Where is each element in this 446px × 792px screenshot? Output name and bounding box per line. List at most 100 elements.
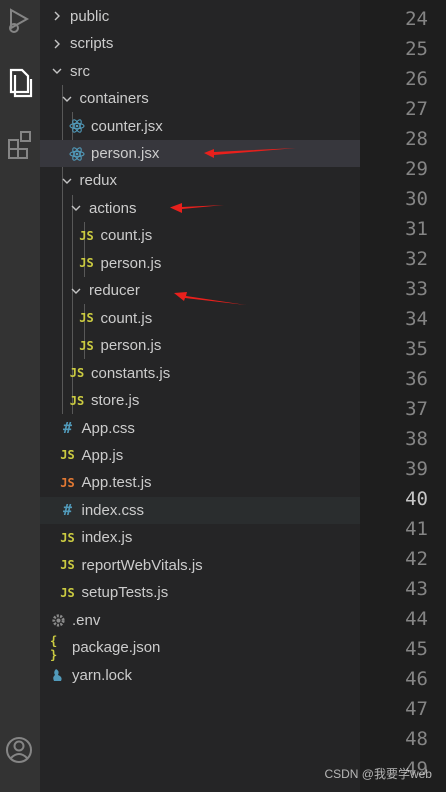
line-number: 27 <box>405 98 428 120</box>
file-row[interactable]: # index.css <box>40 496 360 525</box>
file-label: person.jsx <box>91 145 160 162</box>
file-label: yarn.lock <box>72 666 133 684</box>
line-number: 39 <box>405 458 428 480</box>
file-label: count.js <box>100 227 153 245</box>
line-number: 25 <box>405 38 428 60</box>
folder-row[interactable]: scripts <box>40 30 360 58</box>
chevron-down-icon[interactable] <box>51 65 63 77</box>
file-row[interactable]: JS setupTests.js <box>40 579 360 607</box>
file-label: App.js <box>81 446 124 464</box>
line-number: 37 <box>405 398 428 420</box>
explorer-tree: public scripts src containers counter.jsx per… <box>40 0 360 792</box>
javascript-file-icon: JS <box>79 338 94 353</box>
line-number: 46 <box>405 668 428 690</box>
file-row[interactable]: JS person.js <box>40 250 360 278</box>
file-label: App.css <box>81 419 135 437</box>
json-file-icon: { } <box>50 633 58 662</box>
line-number: 44 <box>405 608 428 630</box>
line-number: 40 <box>405 488 428 510</box>
line-number: 29 <box>405 158 428 180</box>
watermark-text: CSDN @我要学web <box>324 767 432 781</box>
chevron-down-icon[interactable] <box>61 175 73 187</box>
file-label: App.test.js <box>81 474 152 492</box>
line-number: 47 <box>405 698 428 720</box>
javascript-file-icon: JS <box>69 393 85 408</box>
line-number: 33 <box>405 278 428 300</box>
line-number: 43 <box>405 578 428 600</box>
file-row[interactable]: JS person.js <box>40 332 360 360</box>
line-number: 24 <box>405 8 428 30</box>
folder-label: public <box>70 7 110 25</box>
gear-icon <box>50 613 66 628</box>
javascript-file-icon: JS <box>60 558 75 573</box>
file-row[interactable]: JS count.js <box>40 222 360 250</box>
chevron-down-icon[interactable] <box>61 93 73 105</box>
folder-label: scripts <box>70 35 114 53</box>
line-number: 42 <box>405 548 428 570</box>
file-row[interactable]: JS reportWebVitals.js <box>40 552 360 580</box>
folder-row[interactable]: reducer <box>40 277 360 305</box>
line-number: 28 <box>405 128 428 150</box>
folder-row[interactable]: containers <box>40 85 360 113</box>
file-row[interactable]: .env <box>40 606 360 634</box>
javascript-file-icon: JS <box>79 228 94 243</box>
javascript-file-icon: JS <box>60 585 75 600</box>
folder-row[interactable]: src <box>40 57 360 85</box>
file-row[interactable]: JS index.js <box>40 524 360 552</box>
react-file-icon <box>69 118 85 134</box>
javascript-file-icon: JS <box>69 366 85 381</box>
folder-row[interactable]: public <box>40 3 360 31</box>
file-label: person.js <box>100 254 162 272</box>
file-label: .env <box>72 611 101 629</box>
file-row[interactable]: JS constants.js <box>40 359 360 387</box>
folder-label: containers <box>79 90 149 108</box>
line-number: 36 <box>405 368 428 390</box>
file-row[interactable]: yarn.lock <box>40 661 360 689</box>
file-row[interactable]: JS App.test.js <box>40 469 360 497</box>
folder-row[interactable]: actions <box>40 195 360 223</box>
chevron-down-icon[interactable] <box>70 202 82 214</box>
line-number: 35 <box>405 338 428 360</box>
line-number: 26 <box>405 68 428 90</box>
file-label: index.css <box>81 501 145 519</box>
css-file-icon: # <box>62 501 73 520</box>
chevron-right-icon[interactable] <box>51 38 63 50</box>
file-row[interactable]: JS App.js <box>40 442 360 470</box>
file-row[interactable]: { } package.json <box>40 634 360 662</box>
css-file-icon: # <box>62 419 73 437</box>
chevron-down-icon[interactable] <box>70 285 82 297</box>
file-label: store.js <box>91 392 140 410</box>
javascript-file-icon: JS <box>79 311 94 326</box>
line-number: 32 <box>405 248 428 270</box>
file-label: counter.jsx <box>91 117 163 135</box>
file-label: index.js <box>81 529 133 547</box>
line-number: 30 <box>405 188 428 210</box>
folder-label: reducer <box>89 282 140 300</box>
account-icon[interactable] <box>0 734 40 766</box>
folder-label: redux <box>79 172 118 190</box>
js-test-file-icon: JS <box>60 475 75 490</box>
activity-bar <box>0 0 40 792</box>
editor-gutter: 24 25 26 27 28 29 30 31 32 33 34 35 36 37 38 39 40 41 42 43… <box>360 0 446 792</box>
file-row[interactable]: JS store.js <box>40 387 360 415</box>
file-label: count.js <box>100 309 153 327</box>
file-label: reportWebVitals.js <box>81 556 203 574</box>
line-number: 38 <box>405 428 428 450</box>
line-number: 45 <box>405 638 428 660</box>
file-row[interactable]: person.jsx <box>40 139 360 168</box>
extensions-icon[interactable] <box>0 128 40 162</box>
folder-label: src <box>70 62 90 80</box>
file-row[interactable]: # App.css <box>40 414 360 442</box>
file-label: setupTests.js <box>81 584 169 602</box>
yarn-file-icon <box>50 667 66 683</box>
file-row[interactable]: counter.jsx <box>40 112 360 140</box>
javascript-file-icon: JS <box>60 530 75 545</box>
explorer-files-icon[interactable] <box>0 66 40 100</box>
file-row[interactable]: JS count.js <box>40 304 360 332</box>
line-number: 31 <box>405 218 428 240</box>
folder-row[interactable]: redux <box>40 167 360 195</box>
run-debug-icon[interactable] <box>0 4 40 34</box>
chevron-right-icon[interactable] <box>51 10 63 22</box>
javascript-file-icon: JS <box>60 448 75 463</box>
file-label: person.js <box>100 337 162 355</box>
